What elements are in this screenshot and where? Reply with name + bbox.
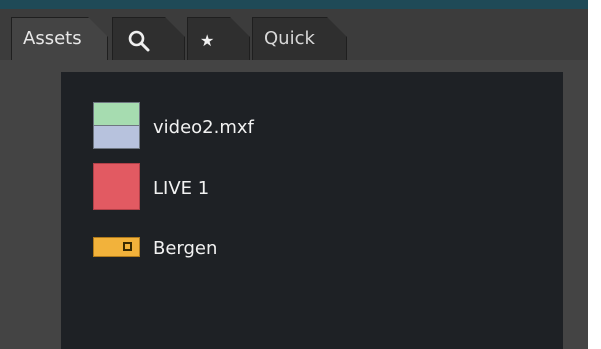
tab-bar: Assets ★ Quick (0, 9, 588, 63)
window-accent-strip (0, 0, 588, 9)
tab-corner (88, 17, 108, 37)
asset-item-bergen[interactable]: Bergen (61, 72, 563, 259)
tab-quick[interactable]: Quick (252, 17, 347, 63)
tab-corner (327, 17, 347, 37)
tab-favorites[interactable]: ★ (187, 17, 250, 63)
app-window: Assets ★ Quick video2.mxf LIVE 1 Bergen (0, 0, 588, 349)
location-icon (93, 237, 140, 257)
live-source-icon (93, 163, 140, 210)
tab-search[interactable] (112, 17, 185, 63)
location-icon-marker (123, 242, 132, 251)
asset-name: Bergen (153, 238, 218, 259)
asset-list: video2.mxf LIVE 1 Bergen (61, 72, 563, 349)
tab-quick-label: Quick (264, 28, 315, 49)
asset-name: LIVE 1 (153, 178, 210, 199)
video-clip-icon-bottom (94, 125, 139, 148)
tab-assets-label: Assets (23, 28, 82, 49)
tab-assets[interactable]: Assets (11, 17, 108, 63)
